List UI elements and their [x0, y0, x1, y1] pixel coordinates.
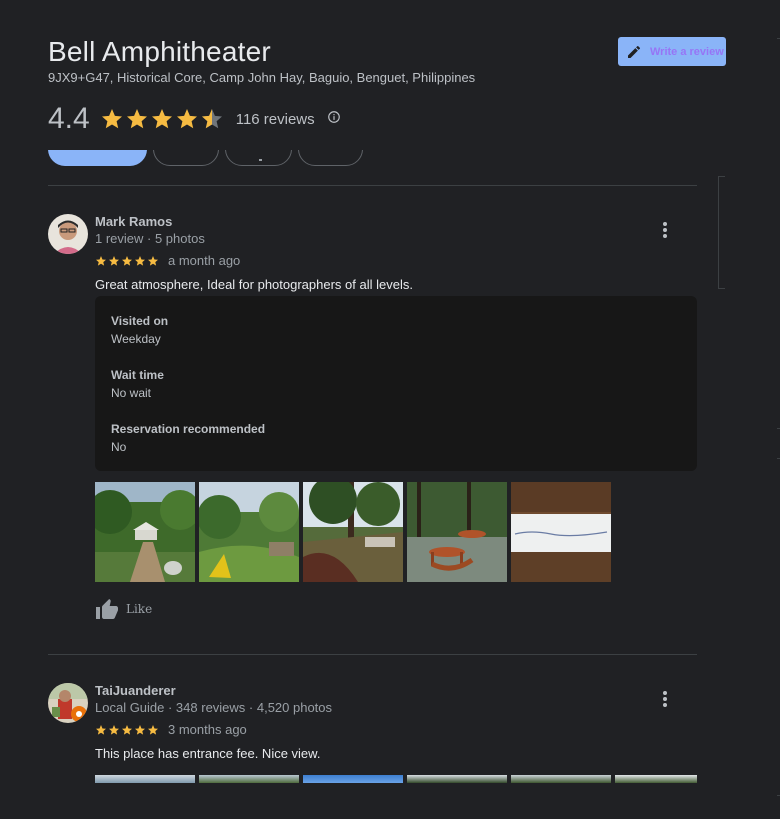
- review-photo[interactable]: [303, 482, 403, 582]
- review-photo[interactable]: [511, 482, 611, 582]
- star-icon: [122, 724, 132, 735]
- review-photo[interactable]: [407, 775, 507, 783]
- like-label: Like: [126, 602, 153, 616]
- review-date: a month ago: [168, 253, 241, 268]
- reviewer-name[interactable]: TaiJuanderer: [95, 683, 176, 698]
- rating-value: 4.4: [48, 102, 90, 135]
- review-photo[interactable]: [615, 775, 697, 783]
- reviewer-name[interactable]: Mark Ramos: [95, 214, 172, 229]
- chip-selected[interactable]: [48, 150, 147, 166]
- chip[interactable]: [153, 150, 219, 166]
- star-icon: [135, 255, 145, 266]
- write-review-label: Write a review: [650, 45, 724, 58]
- review-photo[interactable]: [199, 775, 299, 783]
- divider: [48, 185, 697, 186]
- place-title: Bell Amphitheater: [48, 36, 271, 67]
- star-icon: [148, 255, 158, 266]
- like-button[interactable]: Like: [95, 598, 152, 620]
- star-icon: [176, 109, 197, 129]
- pencil-icon: [626, 44, 642, 60]
- review-photo[interactable]: [511, 775, 611, 783]
- review-photo[interactable]: [199, 482, 299, 582]
- detail-value: No wait: [111, 386, 152, 400]
- window-edge: [775, 0, 780, 819]
- detail-label: Reservation recommended: [111, 422, 266, 436]
- star-icon: [96, 724, 106, 735]
- review-photo[interactable]: [95, 482, 195, 582]
- star-icon: [151, 109, 172, 129]
- review-card: TaiJuanderer Local Guide · 348 reviews ·…: [48, 683, 697, 783]
- divider: [48, 654, 697, 655]
- info-icon[interactable]: [327, 110, 341, 129]
- place-address: 9JX9+G47, Historical Core, Camp John Hay…: [48, 70, 476, 85]
- detail-value: No: [111, 440, 127, 454]
- more-vert-icon[interactable]: [663, 691, 667, 707]
- star-icon: [126, 109, 147, 129]
- avatar[interactable]: [48, 214, 88, 254]
- star-icon: [122, 255, 132, 266]
- detail-label: Visited on: [111, 314, 169, 328]
- review-card: Mark Ramos 1 review · 5 photos a month a…: [48, 214, 697, 634]
- more-vert-icon[interactable]: [663, 222, 667, 238]
- half-star-icon: [201, 109, 222, 129]
- review-count[interactable]: 116 reviews: [236, 111, 315, 128]
- visit-details: Visited on Weekday Wait time No wait Res…: [95, 296, 697, 471]
- sort-filter-chips: [48, 150, 378, 166]
- reviewer-meta: 1 review · 5 photos: [95, 231, 205, 246]
- chip[interactable]: [298, 150, 363, 166]
- review-stars: [95, 724, 159, 736]
- rating-summary: 4.4 116 reviews: [48, 102, 341, 136]
- detail-label: Wait time: [111, 368, 164, 382]
- review-photo[interactable]: [303, 775, 403, 783]
- star-icon: [96, 255, 106, 266]
- star-icon: [109, 724, 119, 735]
- thumb-up-icon: [95, 598, 119, 620]
- write-review-button[interactable]: Write a review: [618, 37, 726, 66]
- review-photos: [95, 482, 611, 582]
- scroll-indicator: [718, 176, 725, 289]
- review-text: Great atmosphere, Ideal for photographer…: [95, 277, 413, 292]
- chip[interactable]: [225, 150, 292, 166]
- rating-stars: [100, 107, 224, 131]
- review-date: 3 months ago: [168, 722, 247, 737]
- star-icon: [101, 109, 122, 129]
- avatar[interactable]: [48, 683, 88, 723]
- star-icon: [148, 724, 158, 735]
- review-rating: 3 months ago: [95, 722, 247, 737]
- review-photo[interactable]: [95, 775, 195, 783]
- reviewer-meta: Local Guide · 348 reviews · 4,520 photos: [95, 700, 333, 715]
- review-stars: [95, 255, 159, 267]
- review-text: This place has entrance fee. Nice view.: [95, 746, 321, 761]
- star-icon: [109, 255, 119, 266]
- review-rating: a month ago: [95, 253, 240, 268]
- star-icon: [135, 724, 145, 735]
- review-photo[interactable]: [407, 482, 507, 582]
- review-photos: [95, 775, 697, 783]
- detail-value: Weekday: [111, 332, 161, 346]
